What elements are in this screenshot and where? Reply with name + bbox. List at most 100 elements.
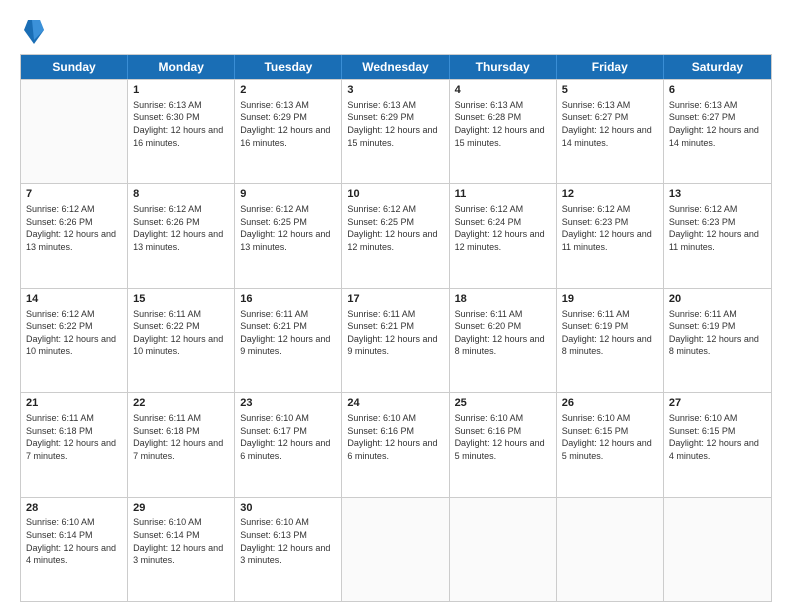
day-number: 28	[26, 501, 122, 516]
day-number: 4	[455, 83, 551, 98]
sun-info: Sunrise: 6:12 AMSunset: 6:24 PMDaylight:…	[455, 203, 551, 253]
sun-info: Sunrise: 6:12 AMSunset: 6:22 PMDaylight:…	[26, 308, 122, 358]
sun-info: Sunrise: 6:13 AMSunset: 6:29 PMDaylight:…	[347, 99, 443, 149]
day-number: 16	[240, 292, 336, 307]
sun-info: Sunrise: 6:10 AMSunset: 6:14 PMDaylight:…	[133, 516, 229, 566]
day-number: 25	[455, 396, 551, 411]
day-number: 12	[562, 187, 658, 202]
day-number: 21	[26, 396, 122, 411]
calendar-cell: 23Sunrise: 6:10 AMSunset: 6:17 PMDayligh…	[235, 393, 342, 496]
calendar-cell: 1Sunrise: 6:13 AMSunset: 6:30 PMDaylight…	[128, 80, 235, 183]
calendar-cell: 16Sunrise: 6:11 AMSunset: 6:21 PMDayligh…	[235, 289, 342, 392]
calendar-cell: 22Sunrise: 6:11 AMSunset: 6:18 PMDayligh…	[128, 393, 235, 496]
calendar-cell: 20Sunrise: 6:11 AMSunset: 6:19 PMDayligh…	[664, 289, 771, 392]
day-number: 29	[133, 501, 229, 516]
day-number: 8	[133, 187, 229, 202]
sun-info: Sunrise: 6:11 AMSunset: 6:19 PMDaylight:…	[669, 308, 766, 358]
day-number: 6	[669, 83, 766, 98]
calendar-cell: 2Sunrise: 6:13 AMSunset: 6:29 PMDaylight…	[235, 80, 342, 183]
calendar-cell: 30Sunrise: 6:10 AMSunset: 6:13 PMDayligh…	[235, 498, 342, 601]
weekday-header: Friday	[557, 55, 664, 79]
sun-info: Sunrise: 6:11 AMSunset: 6:20 PMDaylight:…	[455, 308, 551, 358]
day-number: 2	[240, 83, 336, 98]
calendar-cell: 24Sunrise: 6:10 AMSunset: 6:16 PMDayligh…	[342, 393, 449, 496]
calendar-cell: 29Sunrise: 6:10 AMSunset: 6:14 PMDayligh…	[128, 498, 235, 601]
calendar-cell: 21Sunrise: 6:11 AMSunset: 6:18 PMDayligh…	[21, 393, 128, 496]
sun-info: Sunrise: 6:10 AMSunset: 6:15 PMDaylight:…	[562, 412, 658, 462]
calendar-row: 14Sunrise: 6:12 AMSunset: 6:22 PMDayligh…	[21, 288, 771, 392]
sun-info: Sunrise: 6:13 AMSunset: 6:30 PMDaylight:…	[133, 99, 229, 149]
calendar-cell: 13Sunrise: 6:12 AMSunset: 6:23 PMDayligh…	[664, 184, 771, 287]
calendar-body: 1Sunrise: 6:13 AMSunset: 6:30 PMDaylight…	[21, 79, 771, 601]
calendar: SundayMondayTuesdayWednesdayThursdayFrid…	[20, 54, 772, 602]
calendar-cell: 28Sunrise: 6:10 AMSunset: 6:14 PMDayligh…	[21, 498, 128, 601]
sun-info: Sunrise: 6:12 AMSunset: 6:23 PMDaylight:…	[562, 203, 658, 253]
calendar-cell: 12Sunrise: 6:12 AMSunset: 6:23 PMDayligh…	[557, 184, 664, 287]
day-number: 20	[669, 292, 766, 307]
weekday-header: Thursday	[450, 55, 557, 79]
sun-info: Sunrise: 6:10 AMSunset: 6:17 PMDaylight:…	[240, 412, 336, 462]
day-number: 10	[347, 187, 443, 202]
calendar-row: 28Sunrise: 6:10 AMSunset: 6:14 PMDayligh…	[21, 497, 771, 601]
day-number: 9	[240, 187, 336, 202]
sun-info: Sunrise: 6:11 AMSunset: 6:18 PMDaylight:…	[26, 412, 122, 462]
day-number: 23	[240, 396, 336, 411]
weekday-header: Tuesday	[235, 55, 342, 79]
logo	[20, 16, 44, 44]
calendar-cell	[21, 80, 128, 183]
sun-info: Sunrise: 6:10 AMSunset: 6:16 PMDaylight:…	[347, 412, 443, 462]
sun-info: Sunrise: 6:12 AMSunset: 6:25 PMDaylight:…	[240, 203, 336, 253]
calendar-cell: 26Sunrise: 6:10 AMSunset: 6:15 PMDayligh…	[557, 393, 664, 496]
sun-info: Sunrise: 6:10 AMSunset: 6:16 PMDaylight:…	[455, 412, 551, 462]
sun-info: Sunrise: 6:11 AMSunset: 6:21 PMDaylight:…	[240, 308, 336, 358]
calendar-cell: 4Sunrise: 6:13 AMSunset: 6:28 PMDaylight…	[450, 80, 557, 183]
sun-info: Sunrise: 6:12 AMSunset: 6:26 PMDaylight:…	[26, 203, 122, 253]
day-number: 1	[133, 83, 229, 98]
calendar-cell: 7Sunrise: 6:12 AMSunset: 6:26 PMDaylight…	[21, 184, 128, 287]
day-number: 27	[669, 396, 766, 411]
calendar-cell: 25Sunrise: 6:10 AMSunset: 6:16 PMDayligh…	[450, 393, 557, 496]
sun-info: Sunrise: 6:13 AMSunset: 6:28 PMDaylight:…	[455, 99, 551, 149]
weekday-header: Sunday	[21, 55, 128, 79]
calendar-cell: 19Sunrise: 6:11 AMSunset: 6:19 PMDayligh…	[557, 289, 664, 392]
day-number: 15	[133, 292, 229, 307]
calendar-cell	[342, 498, 449, 601]
sun-info: Sunrise: 6:11 AMSunset: 6:18 PMDaylight:…	[133, 412, 229, 462]
calendar-cell: 17Sunrise: 6:11 AMSunset: 6:21 PMDayligh…	[342, 289, 449, 392]
calendar-cell: 11Sunrise: 6:12 AMSunset: 6:24 PMDayligh…	[450, 184, 557, 287]
sun-info: Sunrise: 6:10 AMSunset: 6:14 PMDaylight:…	[26, 516, 122, 566]
calendar-row: 1Sunrise: 6:13 AMSunset: 6:30 PMDaylight…	[21, 79, 771, 183]
day-number: 19	[562, 292, 658, 307]
calendar-cell: 8Sunrise: 6:12 AMSunset: 6:26 PMDaylight…	[128, 184, 235, 287]
day-number: 14	[26, 292, 122, 307]
sun-info: Sunrise: 6:10 AMSunset: 6:15 PMDaylight:…	[669, 412, 766, 462]
day-number: 17	[347, 292, 443, 307]
day-number: 24	[347, 396, 443, 411]
day-number: 11	[455, 187, 551, 202]
day-number: 13	[669, 187, 766, 202]
calendar-cell: 9Sunrise: 6:12 AMSunset: 6:25 PMDaylight…	[235, 184, 342, 287]
calendar-cell: 3Sunrise: 6:13 AMSunset: 6:29 PMDaylight…	[342, 80, 449, 183]
header	[20, 16, 772, 44]
day-number: 3	[347, 83, 443, 98]
sun-info: Sunrise: 6:12 AMSunset: 6:23 PMDaylight:…	[669, 203, 766, 253]
calendar-header: SundayMondayTuesdayWednesdayThursdayFrid…	[21, 55, 771, 79]
day-number: 22	[133, 396, 229, 411]
calendar-cell	[557, 498, 664, 601]
weekday-header: Wednesday	[342, 55, 449, 79]
calendar-cell: 6Sunrise: 6:13 AMSunset: 6:27 PMDaylight…	[664, 80, 771, 183]
sun-info: Sunrise: 6:11 AMSunset: 6:22 PMDaylight:…	[133, 308, 229, 358]
sun-info: Sunrise: 6:13 AMSunset: 6:29 PMDaylight:…	[240, 99, 336, 149]
sun-info: Sunrise: 6:12 AMSunset: 6:25 PMDaylight:…	[347, 203, 443, 253]
weekday-header: Monday	[128, 55, 235, 79]
page: SundayMondayTuesdayWednesdayThursdayFrid…	[0, 0, 792, 612]
calendar-cell: 18Sunrise: 6:11 AMSunset: 6:20 PMDayligh…	[450, 289, 557, 392]
sun-info: Sunrise: 6:12 AMSunset: 6:26 PMDaylight:…	[133, 203, 229, 253]
sun-info: Sunrise: 6:10 AMSunset: 6:13 PMDaylight:…	[240, 516, 336, 566]
calendar-cell	[664, 498, 771, 601]
logo-icon	[24, 16, 44, 44]
calendar-cell: 10Sunrise: 6:12 AMSunset: 6:25 PMDayligh…	[342, 184, 449, 287]
day-number: 26	[562, 396, 658, 411]
day-number: 18	[455, 292, 551, 307]
sun-info: Sunrise: 6:11 AMSunset: 6:19 PMDaylight:…	[562, 308, 658, 358]
